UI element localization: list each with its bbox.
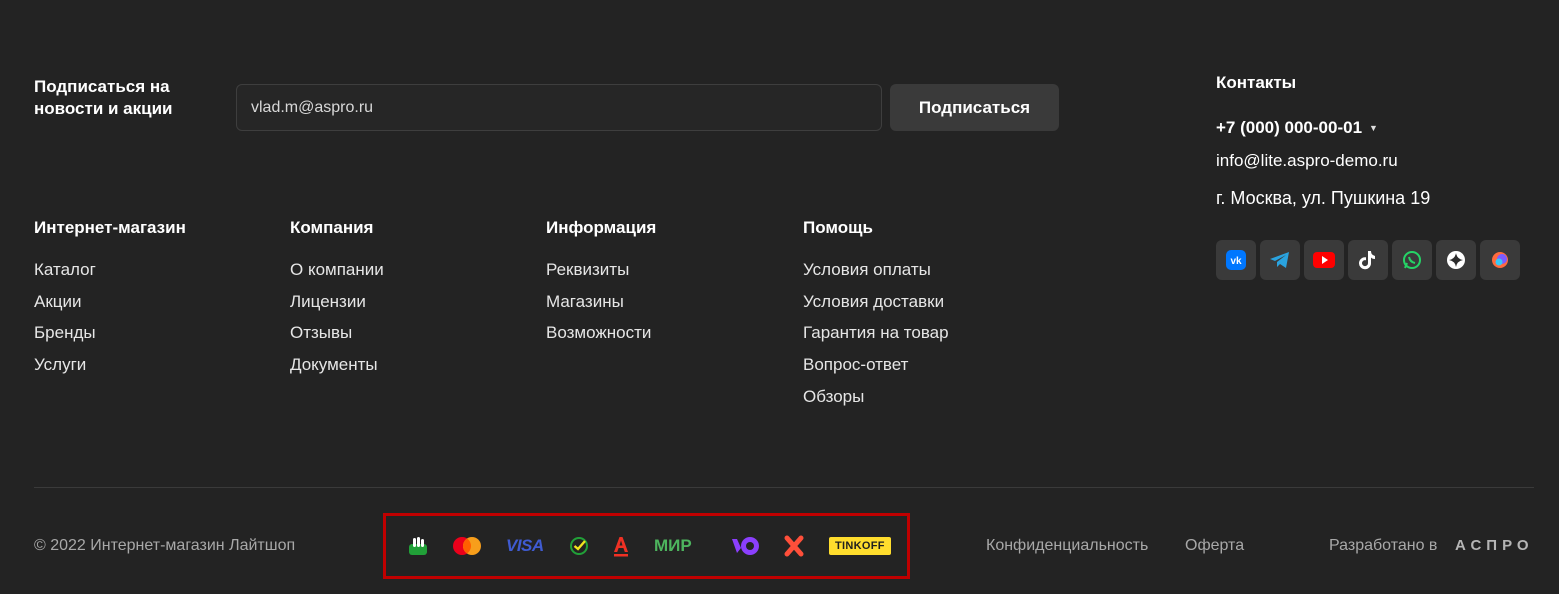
youtube-icon[interactable] [1304, 240, 1344, 280]
subscribe-title: Подписаться на новости и акции [34, 77, 173, 118]
tinkoff-icon: TINKOFF [829, 537, 891, 555]
privacy-link[interactable]: Конфиденциальность [986, 535, 1148, 557]
menu-company: Компания О компании Лицензии Отзывы Доку… [290, 217, 384, 386]
menu-item-faq[interactable]: Вопрос-ответ [803, 354, 949, 376]
menu-item-brands[interactable]: Бренды [34, 322, 186, 344]
menu-item-features[interactable]: Возможности [546, 322, 656, 344]
menu-title[interactable]: Интернет-магазин [34, 217, 186, 239]
menu-item-warranty[interactable]: Гарантия на товар [803, 322, 949, 344]
svg-text:vk: vk [1230, 256, 1242, 267]
sberpay-icon [407, 536, 429, 556]
menu-help: Помощь Условия оплаты Условия доставки Г… [803, 217, 949, 417]
menu-item-requisites[interactable]: Реквизиты [546, 259, 656, 281]
menu-title[interactable]: Информация [546, 217, 656, 239]
offer-link[interactable]: Оферта [1185, 535, 1244, 557]
payment-methods: VISA МИР TINKOFF [383, 513, 910, 579]
menu-item-payment-terms[interactable]: Условия оплаты [803, 259, 949, 281]
copyright: © 2022 Интернет-магазин Лайтшоп [34, 537, 296, 554]
subscribe-email-input[interactable] [236, 84, 882, 131]
whatsapp-icon[interactable] [1392, 240, 1432, 280]
menu-title[interactable]: Компания [290, 217, 384, 239]
contacts-title: Контакты [1216, 73, 1297, 92]
menu-item-stores[interactable]: Магазины [546, 291, 656, 313]
alfabank-icon [613, 535, 629, 557]
phone-number[interactable]: +7 (000) 000-00-01 [1216, 118, 1362, 138]
telegram-icon[interactable] [1260, 240, 1300, 280]
menu-item-sales[interactable]: Акции [34, 291, 186, 313]
mir-icon: МИР [654, 536, 692, 556]
sber-icon [569, 536, 589, 556]
contact-address: г. Москва, ул. Пушкина 19 [1216, 188, 1431, 208]
menu-item-about[interactable]: О компании [290, 259, 384, 281]
menu-item-documents[interactable]: Документы [290, 354, 384, 376]
menu-item-licenses[interactable]: Лицензии [290, 291, 384, 313]
aspro-logo[interactable]: АСПРО [1455, 535, 1534, 557]
menu-item-overviews[interactable]: Обзоры [803, 386, 949, 408]
menu-item-services[interactable]: Услуги [34, 354, 186, 376]
caret-down-icon[interactable]: ▼ [1369, 123, 1378, 133]
menu-information: Информация Реквизиты Магазины Возможност… [546, 217, 656, 354]
menu-shop: Интернет-магазин Каталог Акции Бренды Ус… [34, 217, 186, 386]
odnoklassniki-icon[interactable] [1480, 240, 1520, 280]
social-links: vk [1216, 240, 1536, 280]
menu-title[interactable]: Помощь [803, 217, 949, 239]
zen-icon[interactable] [1436, 240, 1476, 280]
developed-by-label: Разработано в [1329, 537, 1438, 554]
subscribe-button[interactable]: Подписаться [890, 84, 1059, 131]
halva-icon [784, 535, 804, 557]
mir-label: МИР [654, 536, 692, 555]
menu-item-delivery-terms[interactable]: Условия доставки [803, 291, 949, 313]
footer-divider [34, 487, 1534, 488]
menu-item-catalog[interactable]: Каталог [34, 259, 186, 281]
menu-item-reviews[interactable]: Отзывы [290, 322, 384, 344]
phone-row[interactable]: +7 (000) 000-00-01 ▼ [1216, 117, 1536, 139]
tiktok-icon[interactable] [1348, 240, 1388, 280]
tinkoff-label: TINKOFF [829, 537, 891, 555]
visa-icon: VISA [506, 536, 544, 556]
vk-icon[interactable]: vk [1216, 240, 1256, 280]
contact-email[interactable]: info@lite.aspro-demo.ru [1216, 150, 1536, 172]
contacts-block: Контакты +7 (000) 000-00-01 ▼ info@lite.… [1216, 72, 1536, 280]
visa-label: VISA [506, 536, 544, 555]
mastercard-icon [452, 536, 482, 556]
yoomoney-icon [731, 536, 761, 556]
